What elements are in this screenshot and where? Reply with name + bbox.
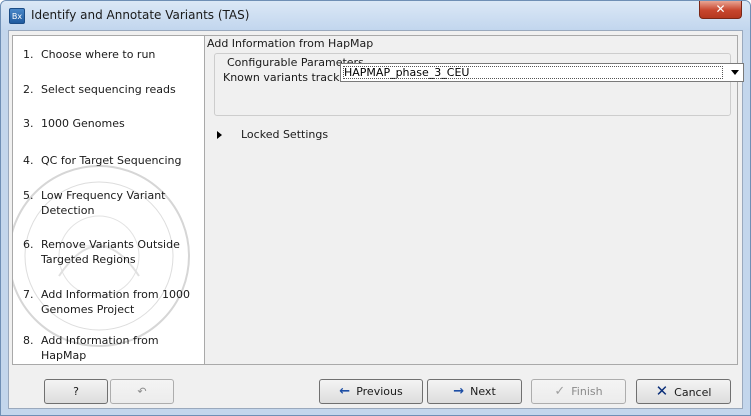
finish-button[interactable]: ✓ Finish bbox=[531, 379, 626, 404]
wizard-step-1: 1. Choose where to run bbox=[23, 48, 156, 61]
arrow-left-icon: ← bbox=[339, 384, 351, 399]
known-variants-value: HAPMAP_phase_3_CEU bbox=[344, 66, 470, 79]
wizard-step-2: 2. Select sequencing reads bbox=[23, 83, 176, 96]
wizard-steps-panel: 1. Choose where to run 2. Select sequencin… bbox=[12, 35, 206, 365]
locked-settings-toggle[interactable]: Locked Settings bbox=[217, 128, 328, 141]
wizard-step-8-current: 8. Add Information from HapMap bbox=[23, 334, 159, 362]
locked-settings-label: Locked Settings bbox=[241, 128, 329, 141]
step-content-panel: Add Information from HapMap Configurable… bbox=[204, 35, 744, 365]
help-button[interactable]: ? bbox=[44, 379, 108, 404]
arrow-right-icon: → bbox=[453, 384, 465, 399]
cancel-button[interactable]: ✕ Cancel bbox=[636, 379, 731, 404]
app-icon: Bx bbox=[9, 8, 25, 24]
expand-triangle-icon[interactable] bbox=[217, 131, 222, 139]
next-button[interactable]: → Next bbox=[427, 379, 522, 404]
dialog-window: Bx Identify and Annotate Variants (TAS) … bbox=[0, 0, 751, 416]
close-button[interactable]: ✕ bbox=[699, 1, 742, 19]
dialog-body: 1. Choose where to run 2. Select sequencin… bbox=[8, 30, 744, 409]
wizard-step-7: 7. Add Information from 1000 Genomes Proj… bbox=[23, 288, 191, 316]
section-title: Add Information from HapMap bbox=[207, 37, 374, 50]
wizard-step-3: 3. 1000 Genomes bbox=[23, 117, 125, 130]
reset-button[interactable]: ↶ bbox=[110, 379, 174, 404]
title-bar[interactable]: Bx Identify and Annotate Variants (TAS) … bbox=[1, 1, 750, 30]
wizard-step-4: 4. QC for Target Sequencing bbox=[23, 154, 182, 167]
window-title: Identify and Annotate Variants (TAS) bbox=[31, 8, 250, 22]
wizard-step-6: 6. Remove Variants Outside Targeted Regio… bbox=[23, 238, 180, 266]
dropdown-arrow-icon[interactable] bbox=[731, 70, 739, 75]
known-variants-select[interactable]: HAPMAP_phase_3_CEU bbox=[340, 63, 744, 82]
wizard-step-5: 5. Low Frequency Variant Detection bbox=[23, 189, 166, 217]
known-variants-label: Known variants track bbox=[223, 71, 340, 84]
checkmark-icon: ✓ bbox=[554, 384, 566, 399]
previous-button[interactable]: ← Previous bbox=[319, 379, 423, 404]
cancel-x-icon: ✕ bbox=[655, 382, 669, 400]
reset-icon: ↶ bbox=[137, 385, 147, 398]
